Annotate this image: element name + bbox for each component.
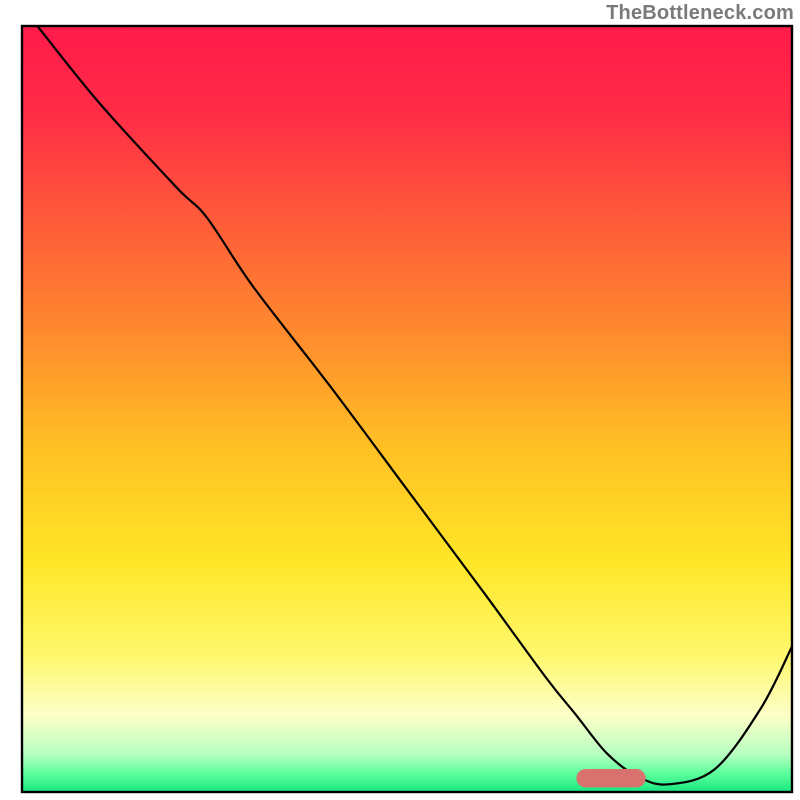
heat-gradient-background: [22, 26, 792, 792]
chart-container: TheBottleneck.com: [0, 0, 800, 800]
optimal-range-marker: [576, 769, 645, 787]
bottleneck-chart: [0, 0, 800, 800]
watermark-source: TheBottleneck.com: [606, 2, 794, 25]
